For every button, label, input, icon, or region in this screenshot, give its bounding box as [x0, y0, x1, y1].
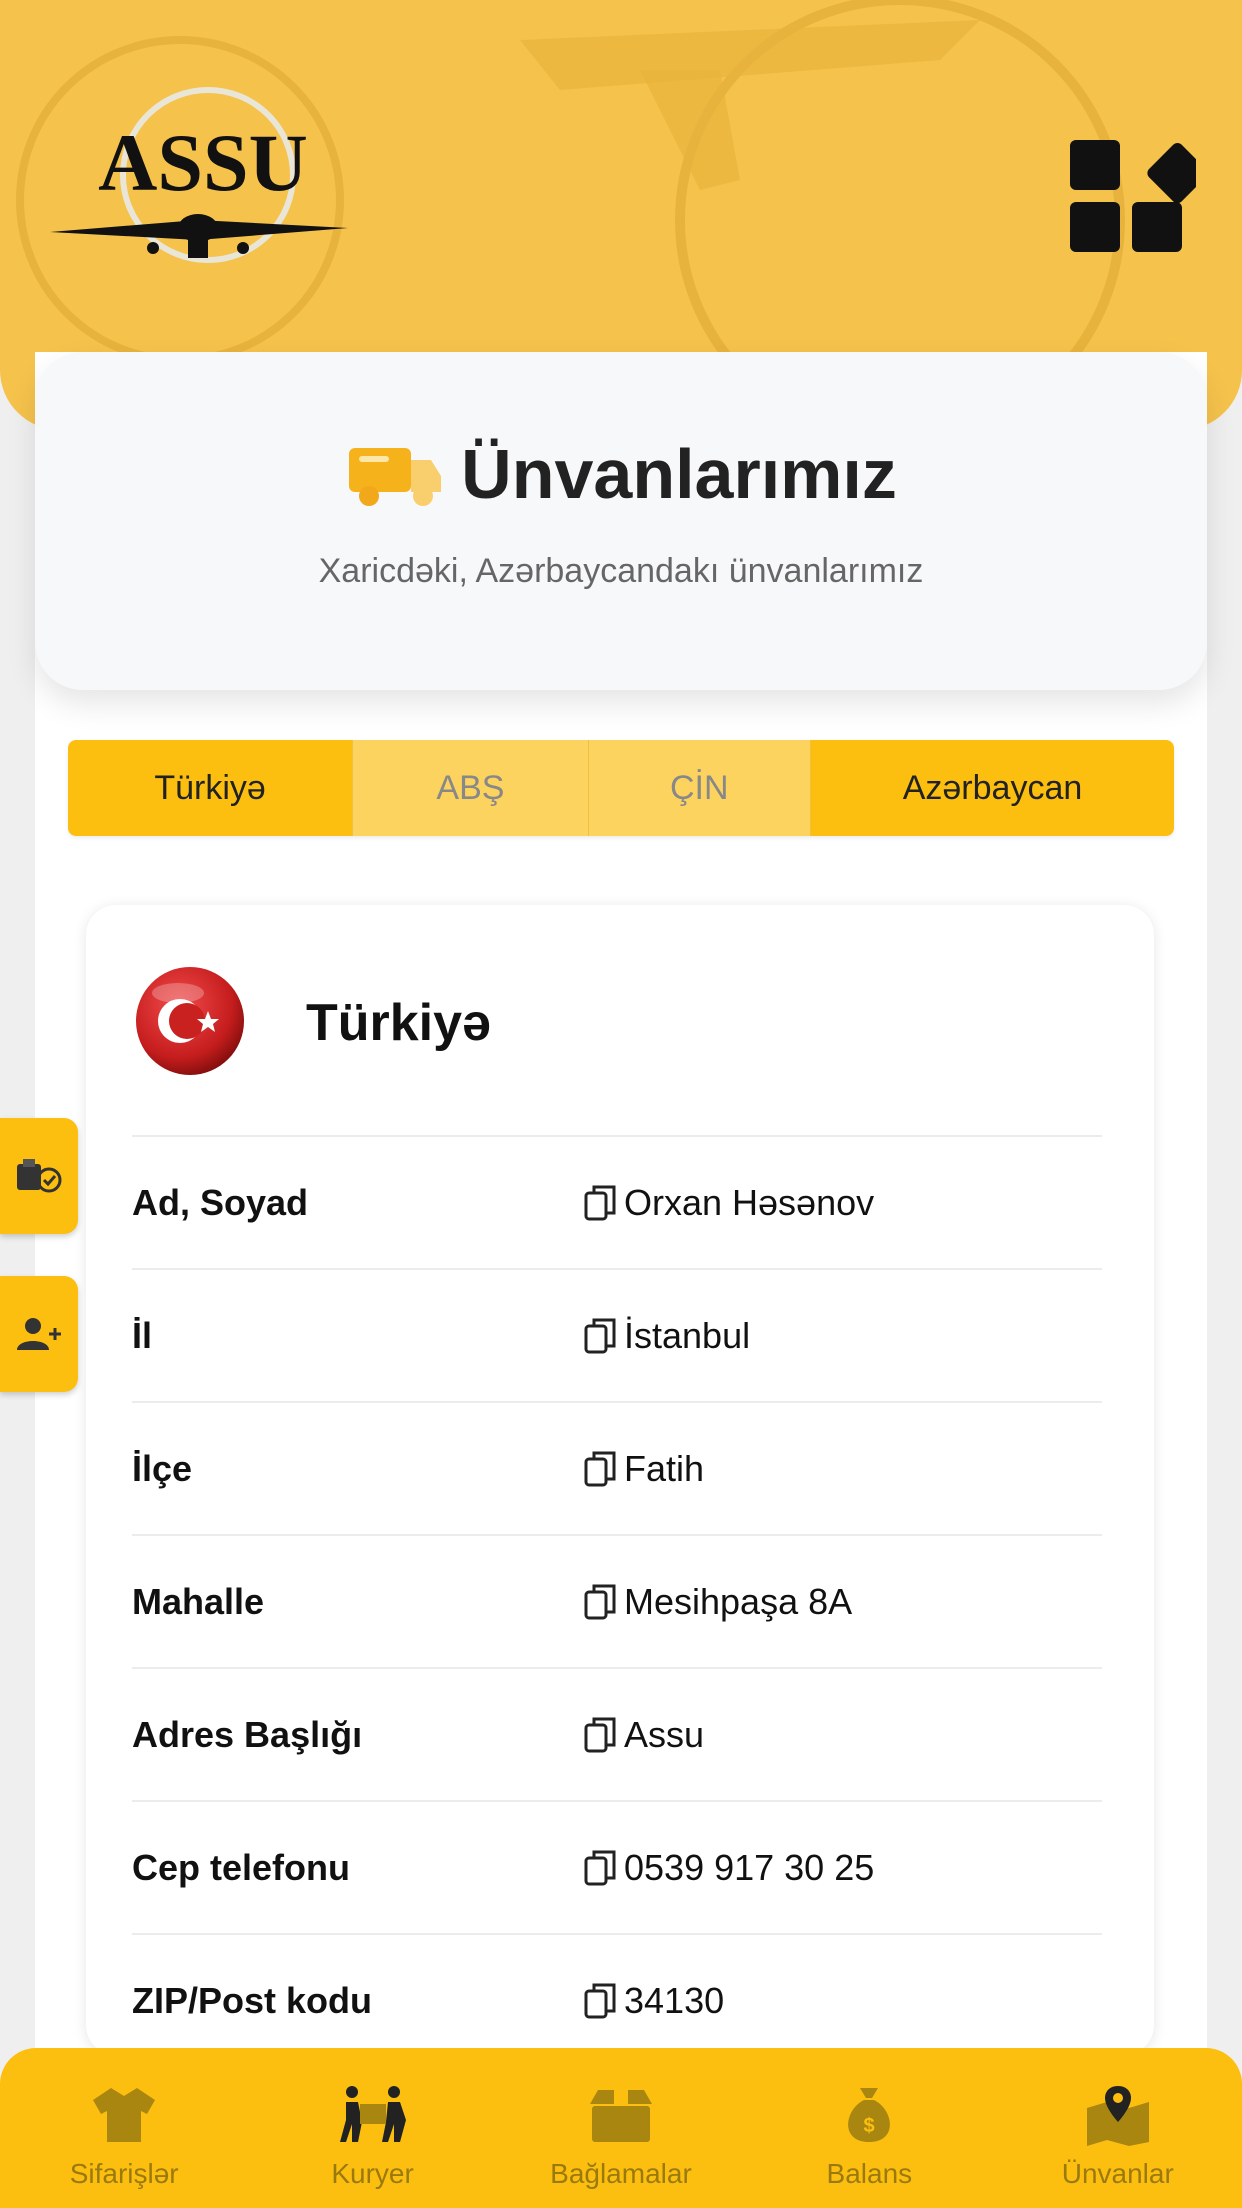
- copy-icon: [584, 1850, 616, 1885]
- grid-menu-icon[interactable]: [1062, 126, 1208, 260]
- row-label: Mahalle: [132, 1580, 265, 1622]
- page-title: Ünvanlarımız: [461, 435, 897, 513]
- row-value-text: Orxan Həsənov: [624, 1181, 875, 1223]
- nav-label: Balans: [826, 2158, 913, 2189]
- address-rows: Ad, Soyad Orxan Həsənov İl İstanbul İlçe…: [132, 1135, 1102, 2066]
- country-name: Türkiyə: [306, 994, 491, 1052]
- tab-abs[interactable]: ABŞ: [352, 740, 588, 836]
- package-check-icon: [17, 1159, 62, 1193]
- page-subtitle: Xaricdəki, Azərbaycandakı ünvanlarımız: [318, 552, 924, 590]
- nav-item-orders[interactable]: Sifarişlər: [24, 2048, 224, 2190]
- tshirt-icon: [93, 2088, 156, 2142]
- title-card: Ünvanlarımız Xaricdəki, Azərbaycandakı ü…: [35, 352, 1207, 690]
- copy-icon: [584, 1983, 616, 2018]
- copy-icon: [584, 1584, 616, 1619]
- package-check-button[interactable]: [0, 1118, 78, 1234]
- nav-item-packages[interactable]: Bağlamalar: [521, 2048, 721, 2190]
- copy-icon: [584, 1717, 616, 1752]
- row-value-text: Fatih: [624, 1447, 705, 1489]
- country-tabs: Türkiyə ABŞ ÇİN Azərbaycan: [68, 740, 1174, 836]
- copy-icon: [584, 1451, 616, 1486]
- row-label: İl: [132, 1314, 153, 1356]
- copy-il-button[interactable]: İstanbul: [582, 1315, 750, 1357]
- copy-phone-button[interactable]: 0539 917 30 25: [582, 1847, 874, 1889]
- add-user-button[interactable]: [0, 1276, 78, 1392]
- copy-mahalle-button[interactable]: Mesihpaşa 8A: [582, 1581, 852, 1623]
- address-row-ilce: İlçe Fatih: [132, 1401, 1102, 1534]
- nav-label: Ünvanlar: [1061, 2158, 1174, 2189]
- row-label: Cep telefonu: [132, 1846, 351, 1888]
- address-card: Türkiyə Ad, Soyad Orxan Həsənov İl İstan…: [86, 905, 1154, 2055]
- row-value-text: İstanbul: [624, 1314, 751, 1356]
- box-icon: [589, 2090, 652, 2142]
- row-label: ZIP/Post kodu: [132, 1979, 373, 2021]
- row-value-text: Assu: [624, 1713, 705, 1755]
- address-row-mahalle: Mahalle Mesihpaşa 8A: [132, 1534, 1102, 1667]
- row-label: İlçe: [132, 1447, 193, 1489]
- address-row-name: Ad, Soyad Orxan Həsənov: [132, 1135, 1102, 1268]
- copy-icon: [584, 1185, 616, 1220]
- nav-item-courier[interactable]: Kuryer: [273, 2048, 473, 2190]
- copy-adres-basligi-button[interactable]: Assu: [582, 1714, 704, 1756]
- row-label: Ad, Soyad: [132, 1181, 309, 1223]
- svg-text:ASSU: ASSU: [98, 117, 308, 208]
- courier-icon: [339, 2086, 406, 2142]
- assu-logo: ASSU: [48, 80, 358, 270]
- map-pin-icon: [1086, 2086, 1149, 2146]
- tab-turkiye[interactable]: Türkiyə: [68, 740, 353, 836]
- add-user-icon: [17, 1318, 61, 1350]
- tab-azerbaycan[interactable]: Azərbaycan: [809, 740, 1174, 836]
- nav-item-balance[interactable]: $ Balans: [769, 2048, 969, 2190]
- copy-name-button[interactable]: Orxan Həsənov: [582, 1182, 874, 1224]
- money-bag-icon: $: [848, 2088, 891, 2142]
- truck-icon: [349, 448, 442, 506]
- tab-cin[interactable]: ÇİN: [587, 740, 810, 836]
- address-row-zip: ZIP/Post kodu 34130: [132, 1933, 1102, 2066]
- row-value-text: Mesihpaşa 8A: [624, 1580, 853, 1622]
- address-row-il: İl İstanbul: [132, 1268, 1102, 1401]
- nav-item-addresses[interactable]: Ünvanlar: [1018, 2048, 1218, 2190]
- nav-label: Kuryer: [331, 2158, 414, 2189]
- nav-label: Bağlamalar: [550, 2158, 692, 2189]
- svg-text:$: $: [864, 2115, 875, 2137]
- copy-ilce-button[interactable]: Fatih: [582, 1448, 704, 1490]
- copy-icon: [584, 1318, 616, 1353]
- copy-zip-button[interactable]: 34130: [582, 1980, 724, 2022]
- nav-label: Sifarişlər: [69, 2158, 179, 2189]
- turkey-flag-icon: [136, 967, 244, 1075]
- row-value-text: 0539 917 30 25: [624, 1846, 875, 1888]
- bottom-navigation: Sifarişlər Kuryer Bağlamalar $ Balans Ün…: [0, 2048, 1242, 2208]
- address-row-phone: Cep telefonu 0539 917 30 25: [132, 1800, 1102, 1933]
- row-label: Adres Başlığı: [132, 1713, 363, 1755]
- row-value-text: 34130: [624, 1979, 725, 2021]
- address-row-adres-basligi: Adres Başlığı Assu: [132, 1667, 1102, 1800]
